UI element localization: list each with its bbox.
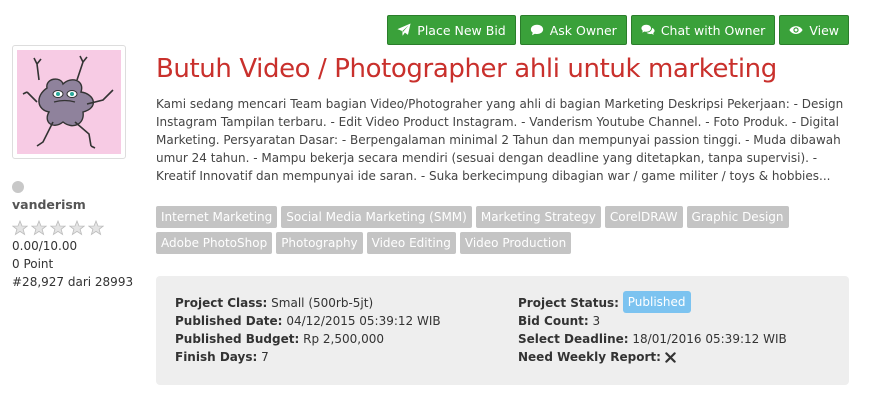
owner-avatar[interactable] [12, 45, 126, 159]
ask-owner-button[interactable]: Ask Owner [519, 15, 627, 45]
skill-tag[interactable]: Social Media Marketing (SMM) [281, 206, 472, 228]
published-date-label: Published Date: [175, 314, 283, 328]
select-deadline-label: Select Deadline: [518, 332, 629, 346]
select-deadline-row: Select Deadline: 18/01/2016 05:39:12 WIB [518, 330, 787, 348]
owner-points: 0 Point [12, 257, 54, 271]
paper-plane-icon [397, 23, 411, 37]
owner-rating-value: 0.00/10.00 [12, 239, 78, 253]
project-details-left: Project Class: Small (500rb-5jt) Publish… [175, 294, 441, 366]
ask-owner-label: Ask Owner [549, 22, 617, 38]
skill-tag[interactable]: Graphic Design [686, 206, 789, 228]
chat-with-owner-label: Chat with Owner [660, 22, 766, 38]
project-title[interactable]: Butuh Video / Photographer ahli untuk ma… [156, 54, 856, 84]
comment-icon [530, 23, 544, 37]
skill-tag[interactable]: CorelDRAW [604, 206, 683, 228]
published-budget-label: Published Budget: [175, 332, 300, 346]
project-details-panel: Project Class: Small (500rb-5jt) Publish… [156, 276, 849, 385]
owner-rating-stars [12, 220, 104, 236]
published-date-row: Published Date: 04/12/2015 05:39:12 WIB [175, 312, 441, 330]
bid-count-value: 3 [592, 314, 601, 328]
project-class-value: Small (500rb-5jt) [271, 296, 374, 310]
skill-tag[interactable]: Video Editing [366, 232, 456, 254]
times-icon [665, 352, 676, 363]
project-details-right: Project Status: Published Bid Count: 3 S… [518, 291, 787, 366]
view-button[interactable]: View [779, 15, 849, 45]
bid-count-row: Bid Count: 3 [518, 312, 787, 330]
owner-rank: #28,927 dari 28993 [12, 275, 134, 289]
project-class-row: Project Class: Small (500rb-5jt) [175, 294, 441, 312]
finish-days-label: Finish Days: [175, 350, 258, 364]
published-date-value: 04/12/2015 05:39:12 WIB [286, 314, 441, 328]
finish-days-row: Finish Days: 7 [175, 348, 441, 366]
skill-tag[interactable]: Marketing Strategy [475, 206, 601, 228]
project-status-row: Project Status: Published [518, 291, 787, 313]
place-new-bid-button[interactable]: Place New Bid [387, 15, 516, 45]
published-budget-value: Rp 2,500,000 [303, 332, 384, 346]
owner-username[interactable]: vanderism [12, 197, 86, 212]
online-status-indicator [12, 181, 24, 193]
skill-tag[interactable]: Adobe PhotoShop [156, 232, 273, 254]
skill-tag[interactable]: Internet Marketing [156, 206, 278, 228]
star-icon [31, 220, 47, 236]
select-deadline-value: 18/01/2016 05:39:12 WIB [632, 332, 787, 346]
project-actions: Place New Bid Ask Owner Chat with Owner … [387, 15, 849, 45]
comments-icon [641, 23, 655, 37]
place-new-bid-label: Place New Bid [417, 22, 506, 38]
project-status-label: Project Status: [518, 296, 619, 310]
weekly-report-row: Need Weekly Report: [518, 348, 787, 366]
skill-tag[interactable]: Photography [276, 232, 363, 254]
star-icon [69, 220, 85, 236]
star-icon [50, 220, 66, 236]
skill-tags: Internet Marketing Social Media Marketin… [156, 206, 846, 254]
weekly-report-label: Need Weekly Report: [518, 350, 661, 364]
chat-with-owner-button[interactable]: Chat with Owner [630, 15, 776, 45]
project-description: Kami sedang mencari Team bagian Video/Ph… [156, 97, 844, 183]
star-icon [88, 220, 104, 236]
project-class-label: Project Class: [175, 296, 268, 310]
avatar-image [17, 50, 121, 154]
status-badge: Published [622, 291, 691, 313]
star-icon [12, 220, 28, 236]
view-label: View [809, 22, 839, 38]
skill-tag[interactable]: Video Production [459, 232, 572, 254]
eye-icon [789, 23, 803, 37]
published-budget-row: Published Budget: Rp 2,500,000 [175, 330, 441, 348]
bid-count-label: Bid Count: [518, 314, 589, 328]
finish-days-value: 7 [261, 350, 269, 364]
